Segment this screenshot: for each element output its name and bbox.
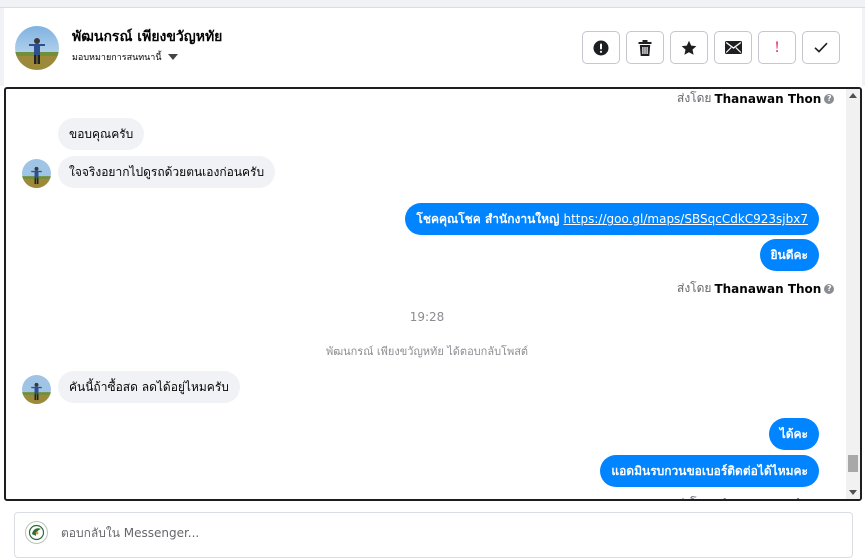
star-icon	[681, 40, 697, 55]
map-link[interactable]: https://goo.gl/maps/SBSqcCdkC923sjbx7	[563, 212, 808, 226]
info-icon[interactable]: ?	[824, 283, 835, 294]
assign-conversation-dropdown[interactable]: มอบหมายการสนทนานี้	[72, 50, 178, 64]
contact-name: พัฒนกรณ์ เพียงขวัญหทัย	[72, 29, 223, 45]
outgoing-message[interactable]: ยินดีคะ	[759, 239, 819, 271]
follow-up-button[interactable]: !	[758, 31, 796, 64]
delete-button[interactable]	[626, 31, 664, 64]
message-timestamp: 19:28	[409, 310, 445, 324]
star-button[interactable]	[670, 31, 708, 64]
sender-name[interactable]: Thanawan Thon	[714, 497, 821, 500]
reply-composer	[14, 512, 853, 558]
checkmark-icon	[814, 42, 828, 53]
sent-by-label: ส่งโดย Thanawan Thon ?	[677, 89, 835, 108]
envelope-icon	[724, 41, 742, 54]
sender-name[interactable]: Thanawan Thon	[714, 92, 821, 106]
incoming-message[interactable]: ขอบคุณครับ	[58, 118, 145, 150]
outgoing-message[interactable]: แอดมินรบกวนขอเบอร์ติดต่อได้ไหมคะ	[600, 455, 819, 487]
thread-scrollbar[interactable]	[846, 89, 860, 499]
assign-label: มอบหมายการสนทนานี้	[72, 53, 162, 63]
outgoing-message[interactable]: โชคคุณโชค สำนักงานใหญ่ https://goo.gl/ma…	[405, 203, 819, 235]
scroll-down-arrow-icon[interactable]	[849, 490, 857, 495]
sent-by-label: ส่งโดย Thanawan Thon ?	[677, 494, 835, 500]
exclamation-icon: !	[774, 38, 780, 56]
post-reply-notice: พัฒนกรณ์ เพียงขวัญหทัย ได้ตอบกลับโพสต์	[325, 345, 529, 358]
caret-down-icon	[167, 54, 178, 60]
alert-circle-icon	[593, 40, 609, 55]
contact-avatar-small[interactable]	[22, 159, 51, 188]
info-icon[interactable]: ?	[824, 93, 835, 104]
contact-avatar[interactable]	[15, 26, 59, 70]
action-toolbar: !	[582, 31, 840, 64]
incoming-message[interactable]: ใจจริงอยากไปดูรถด้วยตนเองก่อนครับ	[58, 156, 276, 188]
mark-done-button[interactable]	[802, 31, 840, 64]
sender-name[interactable]: Thanawan Thon	[714, 282, 821, 296]
top-strip	[0, 0, 865, 8]
page-logo-icon	[25, 521, 48, 544]
sent-by-label: ส่งโดย Thanawan Thon ?	[677, 279, 835, 298]
trash-icon	[638, 39, 652, 56]
contact-avatar-small[interactable]	[22, 375, 51, 404]
info-icon[interactable]: ?	[824, 498, 835, 499]
mark-spam-button[interactable]	[582, 31, 620, 64]
mark-unread-button[interactable]	[714, 31, 752, 64]
outgoing-message[interactable]: ได้คะ	[768, 418, 819, 450]
incoming-message[interactable]: คันนี้ถ้าซื้อสด ลดได้อยู่ไหมครับ	[58, 371, 240, 403]
message-thread[interactable]: ส่งโดย Thanawan Thon ? ขอบคุณครับ ใจจริง…	[4, 87, 862, 501]
reply-input[interactable]	[61, 526, 821, 540]
conversation-header: พัฒนกรณ์ เพียงขวัญหทัย มอบหมายการสนทนานี…	[4, 9, 862, 87]
scroll-thumb[interactable]	[848, 455, 858, 472]
scroll-up-arrow-icon[interactable]	[849, 93, 857, 98]
